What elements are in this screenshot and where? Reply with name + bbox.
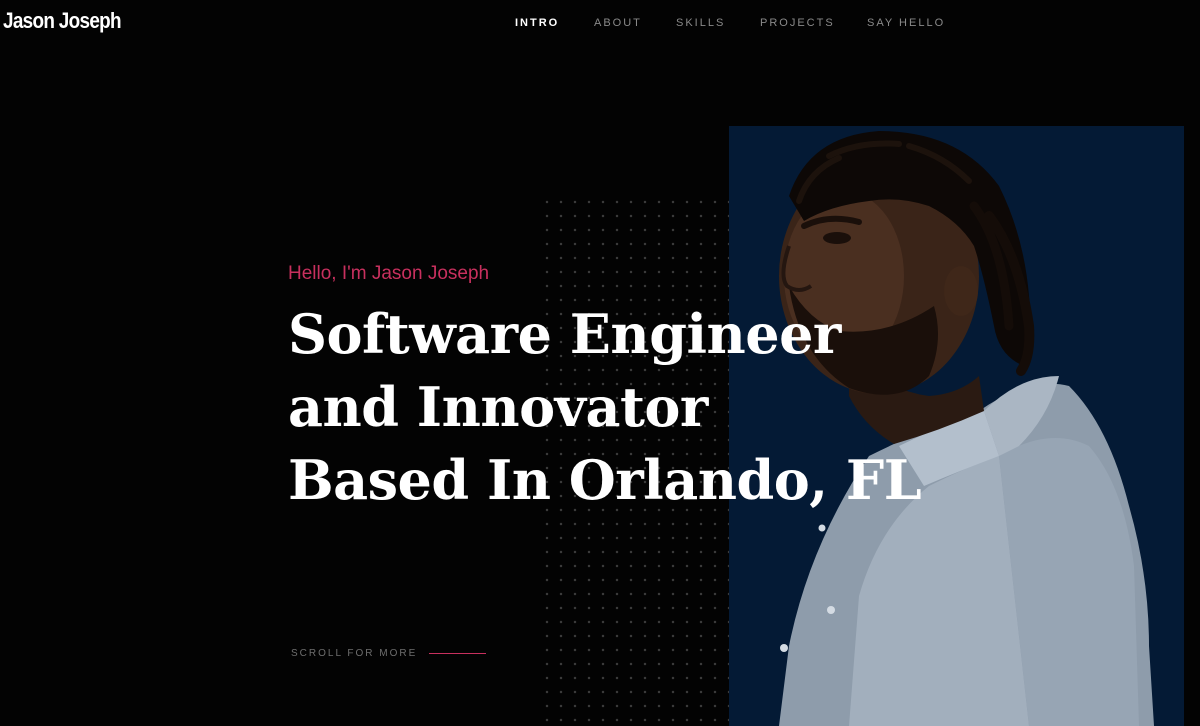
scroll-label: SCROLL FOR MORE — [291, 647, 418, 659]
headline-line-1: Software Engineer — [288, 302, 841, 366]
main-nav: INTRO ABOUT SKILLS PROJECTS SAY HELLO — [0, 17, 1200, 31]
scroll-line-divider — [429, 652, 487, 654]
nav-intro[interactable]: INTRO — [515, 17, 559, 29]
headline-line-2: and Innovator — [288, 375, 708, 439]
nav-projects[interactable]: PROJECTS — [760, 17, 835, 29]
page: Jason Joseph INTRO ABOUT SKILLS PROJECTS… — [0, 0, 1200, 726]
nav-say-hello[interactable]: SAY HELLO — [867, 17, 945, 29]
nav-skills[interactable]: SKILLS — [676, 17, 725, 29]
hero-greeting: Hello, I'm Jason Joseph — [288, 263, 490, 284]
nav-about[interactable]: ABOUT — [594, 17, 642, 29]
hero-headline: Software Engineer and Innovator Based In… — [288, 298, 922, 517]
scroll-for-more-link[interactable]: SCROLL FOR MORE — [291, 646, 487, 660]
headline-line-3: Based In Orlando, FL — [288, 448, 922, 512]
